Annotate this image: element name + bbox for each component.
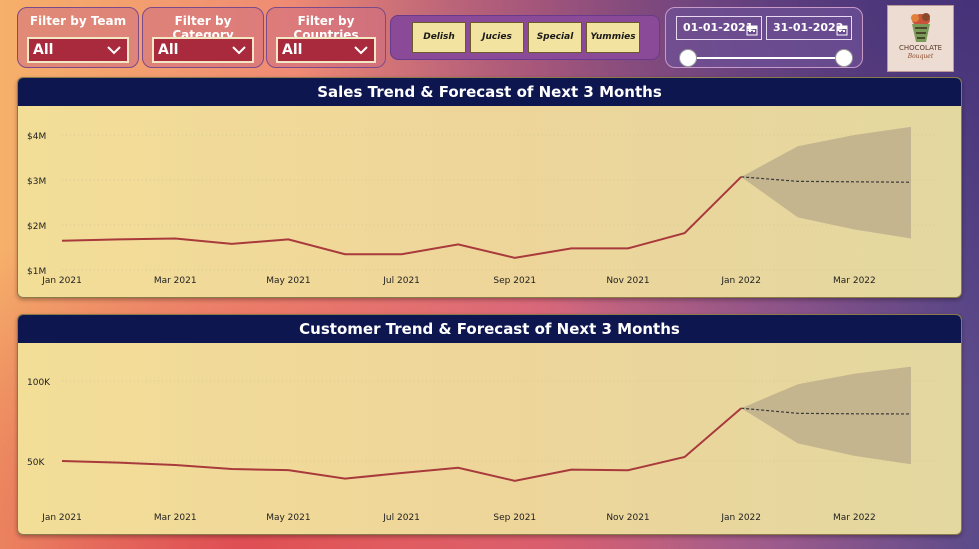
category-filter: Filter by Category All (142, 7, 264, 68)
date-slider-start-handle[interactable] (679, 49, 697, 67)
start-date-input[interactable]: 01-01-2021 (676, 16, 762, 40)
date-slider-track (686, 57, 846, 59)
team-filter-value: All (33, 42, 54, 58)
x-tick-label: Jul 2021 (382, 513, 420, 523)
x-tick-label: Mar 2022 (833, 276, 876, 286)
x-tick-label: Mar 2021 (154, 276, 197, 286)
x-tick-label: Sep 2021 (493, 513, 536, 523)
chevron-down-icon (105, 41, 123, 66)
x-tick-label: May 2021 (266, 276, 310, 286)
logo-tagline-text: Bouquet (907, 53, 934, 60)
actual-trend-line (61, 176, 742, 259)
chevron-down-icon (230, 41, 248, 66)
date-range-slicer: 01-01-2021 31-01-2022 (665, 7, 863, 68)
team-filter: Filter by Team All (17, 7, 139, 68)
countries-filter: Filter by Countries All (266, 7, 386, 68)
countries-filter-select[interactable]: All (276, 37, 376, 63)
calendar-icon (746, 22, 758, 44)
x-tick-label: Jan 2021 (41, 276, 82, 286)
x-tick-label: Nov 2021 (606, 276, 649, 286)
x-tick-label: Nov 2021 (606, 513, 649, 523)
logo-brand-text: CHOCOLATE (898, 44, 943, 52)
category-button-special[interactable]: Special (528, 22, 582, 53)
x-tick-label: Jul 2021 (382, 276, 420, 286)
x-tick-label: Jan 2022 (720, 513, 761, 523)
y-tick-label: 100K (27, 378, 51, 388)
category-button-delish[interactable]: Delish (412, 22, 466, 53)
x-tick-label: Jan 2022 (720, 276, 761, 286)
sales-trend-panel: Sales Trend & Forecast of Next 3 Months … (17, 77, 962, 298)
y-tick-label: $4M (27, 132, 46, 142)
y-tick-label: $2M (27, 222, 46, 232)
customer-trend-panel: Customer Trend & Forecast of Next 3 Mont… (17, 314, 962, 535)
x-tick-label: May 2021 (266, 513, 310, 523)
calendar-icon (836, 22, 848, 44)
chocolate-bouquet-icon (911, 13, 930, 42)
countries-filter-value: All (282, 42, 303, 58)
start-date-value: 01-01-2021 (683, 21, 754, 34)
category-filter-value: All (158, 42, 179, 58)
actual-trend-line (61, 407, 742, 482)
category-button-yummies[interactable]: Yummies (586, 22, 640, 53)
category-filter-select[interactable]: All (152, 37, 254, 63)
x-tick-label: Mar 2021 (154, 513, 197, 523)
x-tick-label: Mar 2022 (833, 513, 876, 523)
category-button-group: Delish Jucies Special Yummies (390, 15, 660, 60)
brand-logo: CHOCOLATE Bouquet (887, 5, 954, 72)
y-tick-label: $3M (27, 177, 46, 187)
team-filter-select[interactable]: All (27, 37, 129, 63)
forecast-confidence-band (741, 126, 911, 239)
sales-trend-chart: $1M$2M$3M$4MJan 2021 Mar 2021 May 2021 Jul … (27, 126, 938, 286)
chevron-down-icon (352, 41, 370, 66)
end-date-value: 31-01-2022 (773, 21, 844, 34)
date-slider-end-handle[interactable] (835, 49, 853, 67)
customer-trend-chart: 50K 100K Jan 2021 Mar 2021 May 2021 Jul 2021 S… (27, 366, 938, 523)
team-filter-title: Filter by Team (29, 14, 127, 28)
x-tick-label: Jan 2021 (41, 513, 82, 523)
x-tick-label: Sep 2021 (493, 276, 536, 286)
end-date-input[interactable]: 31-01-2022 (766, 16, 852, 40)
y-tick-label: 50K (27, 458, 45, 468)
category-button-jucies[interactable]: Jucies (470, 22, 524, 53)
